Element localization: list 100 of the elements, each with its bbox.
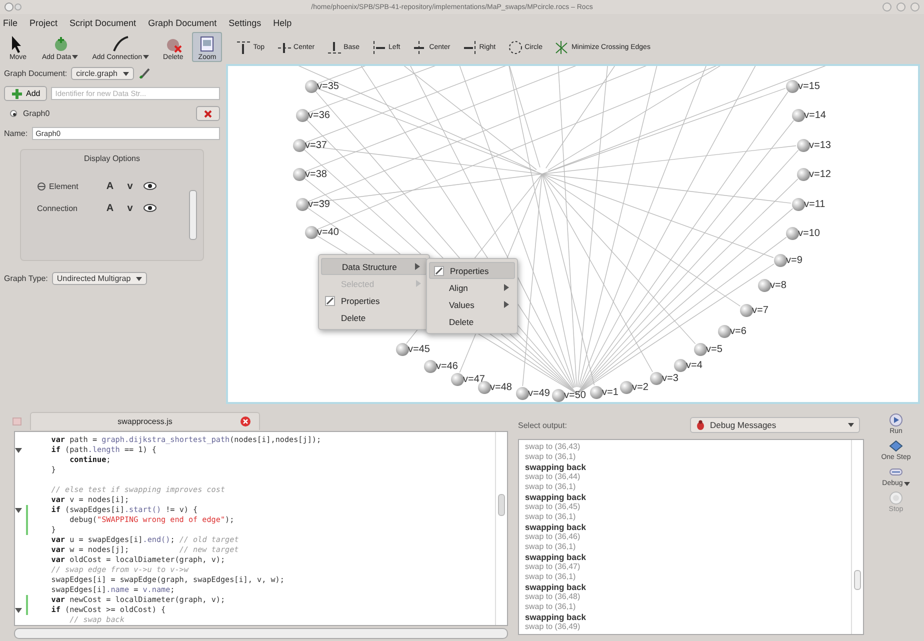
align-circle-icon bbox=[508, 40, 523, 54]
align-base-icon bbox=[326, 40, 342, 54]
graph-node[interactable] bbox=[796, 168, 810, 180]
maximize-button[interactable] bbox=[896, 2, 906, 12]
output-select[interactable]: Debug Messages bbox=[690, 417, 860, 433]
output-line: swap to (36,1) bbox=[525, 602, 577, 612]
output-line: swapping back bbox=[525, 612, 587, 622]
graph-node[interactable] bbox=[424, 360, 436, 372]
editor-tab[interactable]: swapprocess.js bbox=[30, 412, 260, 430]
output-line: swap to (36,1) bbox=[525, 512, 577, 522]
graph-node[interactable] bbox=[740, 304, 752, 316]
graph-node[interactable] bbox=[774, 254, 786, 266]
menu-item[interactable]: Graph Document bbox=[148, 18, 217, 28]
menu-item[interactable]: Align bbox=[429, 279, 515, 296]
horizontal-scrollbar[interactable] bbox=[14, 628, 508, 639]
graph-node[interactable] bbox=[674, 358, 686, 372]
menu-item[interactable]: Help bbox=[273, 18, 292, 28]
graph-node[interactable] bbox=[478, 380, 490, 394]
node-label: v=14 bbox=[804, 110, 826, 121]
eye-icon[interactable] bbox=[143, 181, 157, 191]
edit-button[interactable] bbox=[138, 66, 152, 82]
caret-icon bbox=[72, 55, 78, 59]
submenu-arrow-icon bbox=[504, 301, 509, 308]
graph-node[interactable] bbox=[304, 80, 318, 92]
menu-item[interactable]: Data Structure bbox=[321, 258, 427, 275]
graph-node[interactable] bbox=[792, 198, 804, 210]
connection-label: Connection bbox=[37, 204, 78, 212]
eye-icon[interactable] bbox=[143, 203, 157, 213]
graph-node[interactable] bbox=[792, 108, 804, 122]
graph-node[interactable] bbox=[650, 372, 662, 384]
node-label: v=38 bbox=[305, 169, 327, 180]
graph-node[interactable] bbox=[590, 386, 602, 398]
graph-node[interactable] bbox=[296, 198, 308, 210]
graph-node[interactable] bbox=[786, 226, 798, 240]
graph-type-select[interactable]: Undirected Multigrap bbox=[52, 272, 147, 285]
graph-node[interactable] bbox=[396, 342, 408, 356]
structure-radio[interactable]: Graph0 bbox=[4, 109, 192, 118]
delete-button[interactable] bbox=[196, 106, 220, 121]
fold-icon[interactable] bbox=[15, 448, 22, 452]
graph-node[interactable] bbox=[620, 380, 632, 394]
caret-icon bbox=[143, 55, 150, 59]
close-button[interactable] bbox=[910, 2, 920, 12]
menu-item[interactable]: Values bbox=[429, 296, 515, 313]
minimize-button[interactable] bbox=[882, 2, 892, 12]
close-tab-button[interactable] bbox=[240, 416, 251, 427]
graph-node[interactable] bbox=[694, 342, 706, 356]
node-label: v=6 bbox=[730, 326, 746, 337]
diamond-icon bbox=[888, 438, 904, 454]
output-line: swap to (36,45) bbox=[525, 502, 582, 512]
node-label: v=12 bbox=[809, 169, 831, 180]
node-label: v=9 bbox=[786, 255, 802, 266]
vertical-scrollbar[interactable] bbox=[851, 440, 863, 634]
stop-icon bbox=[888, 490, 904, 506]
menu-item[interactable]: File bbox=[3, 18, 18, 28]
play-icon bbox=[888, 412, 904, 428]
add-button[interactable]: Add bbox=[4, 86, 48, 101]
menu-item[interactable]: Settings bbox=[228, 18, 262, 28]
caret-icon bbox=[904, 482, 910, 486]
graph-node[interactable] bbox=[304, 226, 318, 238]
output-line: swap to (36,1) bbox=[525, 572, 577, 582]
output-line: swap to (36,49) bbox=[525, 622, 582, 632]
close-icon bbox=[203, 108, 213, 118]
menu-item[interactable]: Properties bbox=[321, 292, 427, 309]
menu-item[interactable]: Properties bbox=[429, 262, 515, 279]
graph-node[interactable] bbox=[292, 168, 306, 180]
display-toggle[interactable]: A bbox=[103, 180, 117, 192]
graph-node[interactable] bbox=[786, 80, 798, 92]
graph-node[interactable] bbox=[718, 324, 730, 338]
vertical-scrollbar[interactable] bbox=[495, 432, 507, 625]
graph-node[interactable] bbox=[758, 278, 770, 292]
display-toggle[interactable]: A bbox=[103, 202, 117, 214]
graph-type-label: Graph Type: bbox=[4, 274, 48, 283]
document-select[interactable]: circle.graph bbox=[71, 67, 134, 80]
menu-item[interactable]: Script Document bbox=[70, 18, 136, 28]
caret-icon bbox=[848, 423, 854, 427]
menu-item[interactable]: Project bbox=[30, 18, 58, 28]
menu-item[interactable]: Delete bbox=[321, 309, 427, 326]
graph-node[interactable] bbox=[552, 388, 564, 402]
fold-icon[interactable] bbox=[15, 508, 22, 512]
output-line: swap to (36,1) bbox=[525, 542, 577, 552]
window-menu-icon[interactable] bbox=[4, 2, 22, 12]
node-label: v=39 bbox=[308, 199, 330, 210]
scrollbar[interactable] bbox=[189, 190, 197, 240]
display-toggle[interactable]: v bbox=[123, 180, 137, 192]
output-line: swapping back bbox=[525, 462, 587, 472]
graph-node[interactable] bbox=[296, 108, 308, 122]
node-label: v=48 bbox=[490, 382, 512, 393]
graph-node[interactable] bbox=[796, 138, 810, 152]
output-line: swap to (36,44) bbox=[525, 472, 582, 482]
graph-node[interactable] bbox=[516, 386, 528, 400]
menu-item[interactable]: Delete bbox=[429, 313, 515, 330]
display-toggle[interactable]: v bbox=[123, 202, 137, 214]
fold-icon[interactable] bbox=[15, 608, 22, 612]
code-editor[interactable] bbox=[14, 431, 508, 626]
node-label: v=1 bbox=[602, 387, 618, 398]
align-top-icon bbox=[236, 40, 252, 54]
graph-node[interactable] bbox=[292, 138, 306, 152]
node-label: v=47 bbox=[463, 374, 485, 385]
graph-node[interactable] bbox=[450, 372, 464, 386]
output-line: swap to (36,47) bbox=[525, 562, 582, 572]
